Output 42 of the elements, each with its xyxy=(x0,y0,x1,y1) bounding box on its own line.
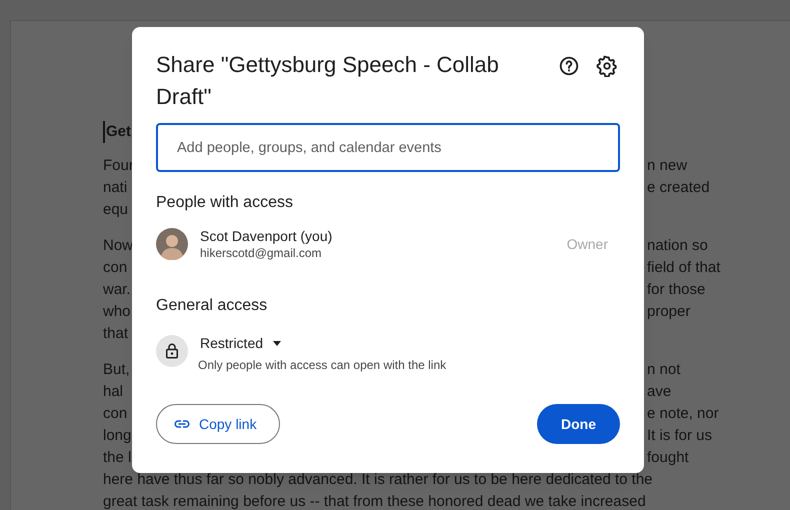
document-text: for those xyxy=(647,280,706,300)
add-people-field[interactable]: Add people, groups, and calendar events xyxy=(156,123,620,172)
lock-icon xyxy=(156,335,188,367)
document-text: great task remaining before us -- that from these honored dead we take increased xyxy=(103,492,646,510)
avatar xyxy=(156,228,188,260)
person-name: Scot Davenport (you) xyxy=(200,227,332,245)
document-text: nation so xyxy=(647,236,708,256)
role-label: Owner xyxy=(566,234,608,254)
document-text: Four xyxy=(103,157,134,174)
document-text: ave xyxy=(647,382,672,402)
document-text: But, xyxy=(103,361,130,378)
help-icon[interactable] xyxy=(558,55,580,77)
access-description: Only people with access can open with the link xyxy=(198,357,446,374)
document-text: that xyxy=(103,324,128,344)
document-text: Now xyxy=(103,237,134,254)
document-text: e created xyxy=(647,178,710,198)
document-text: nati xyxy=(103,179,128,196)
copy-link-button[interactable]: Copy link xyxy=(156,404,280,444)
section-heading: General access xyxy=(156,296,268,316)
person-email: hikerscotd@gmail.com xyxy=(200,245,323,261)
done-button[interactable]: Done xyxy=(537,404,620,444)
access-dropdown[interactable]: Restricted xyxy=(200,333,282,353)
document-text: the l xyxy=(103,449,132,466)
document-text: It is for us xyxy=(647,426,712,446)
document-text: proper xyxy=(647,302,690,322)
document-text: here have thus far so nobly advanced. It is rather for us to be here dedicated to the xyxy=(103,470,653,490)
document-text: field of that xyxy=(647,258,720,278)
caret-icon xyxy=(273,340,282,346)
document-text: equ xyxy=(103,200,128,220)
dialog-title: Share "Gettysburg Speech - Collab Draft" xyxy=(156,51,500,111)
section-heading: People with access xyxy=(156,193,294,213)
document-text: hal xyxy=(103,383,124,400)
document-text: n new xyxy=(647,156,688,176)
document-text: long xyxy=(103,427,132,444)
document-text: con xyxy=(103,259,128,276)
document-text: n not xyxy=(647,360,680,380)
settings-icon[interactable] xyxy=(596,55,618,77)
document-text: fought xyxy=(647,448,689,468)
document-text: who xyxy=(103,303,131,320)
document-text: war. xyxy=(103,281,131,298)
document-text: con xyxy=(103,405,128,422)
document-text: e note, nor xyxy=(647,404,719,424)
